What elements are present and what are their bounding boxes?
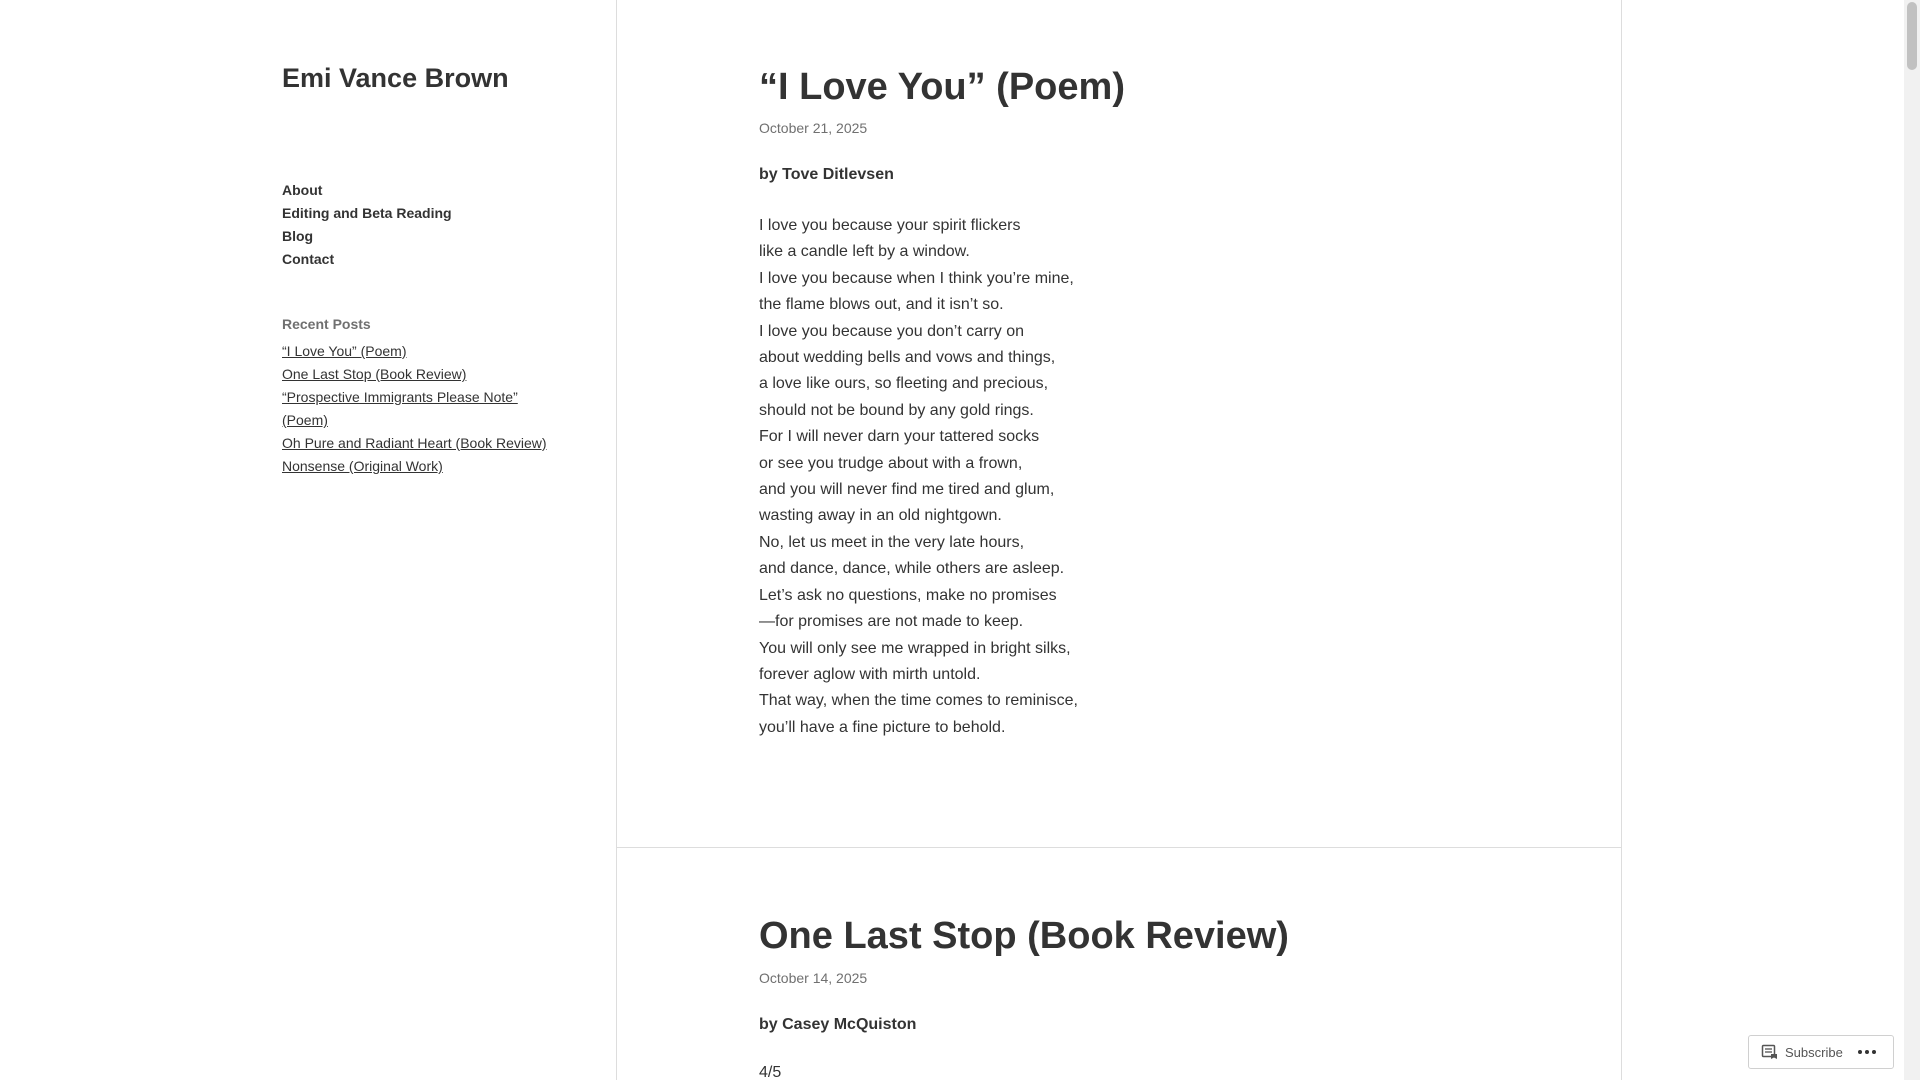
poem-line: or see you trudge about with a frown, [759, 454, 1023, 472]
poem-line: I love you because when I think you’re m… [759, 269, 1074, 287]
poem-line: the flame blows out, and it isn’t so. [759, 296, 1004, 314]
subscribe-widget: Subscribe [1748, 1035, 1894, 1069]
post-title[interactable]: “I Love You” (Poem) [759, 65, 1125, 109]
post-date[interactable]: October 21, 2025 [759, 119, 867, 137]
post-title[interactable]: One Last Stop (Book Review) [759, 914, 1289, 958]
post-byline: by Casey McQuiston [759, 1016, 917, 1033]
poem-line: That way, when the time comes to reminis… [759, 692, 1078, 710]
recent-posts-list: “I Love You” (Poem) One Last Stop (Book … [282, 340, 562, 478]
recent-post-link[interactable]: Oh Pure and Radiant Heart (Book Review) [282, 432, 562, 455]
poem-line: like a candle left by a window. [759, 243, 970, 261]
poem-line: I love you because your spirit flickers [759, 217, 1021, 234]
poem-line: wasting away in an old nightgown. [759, 507, 1002, 525]
post-article: “I Love You” (Poem) October 21, 2025 by … [617, 0, 1622, 848]
more-options-button[interactable] [1857, 1036, 1877, 1068]
poem-line: and you will never find me tired and glu… [759, 481, 1055, 499]
subscribe-button[interactable]: Subscribe [1749, 1036, 1843, 1068]
recent-post-link[interactable]: “Prospective Immigrants Please Note” (Po… [282, 386, 562, 432]
nav-item-blog[interactable]: Blog [282, 225, 452, 248]
poem-line: I love you because you don’t carry on [759, 322, 1025, 340]
post-byline: by Tove Ditlevsen [759, 166, 894, 183]
reader-icon [1761, 1044, 1777, 1059]
poem-line: about wedding bells and vows and things, [759, 349, 1056, 367]
poem-line: you’ll have a fine picture to behold. [759, 718, 1006, 736]
main-navigation: About Editing and Beta Reading Blog Cont… [282, 179, 452, 271]
main-content: “I Love You” (Poem) October 21, 2025 by … [617, 0, 1622, 1080]
poem-line: You will only see me wrapped in bright s… [759, 639, 1071, 657]
scrollbar-thumb[interactable] [1907, 2, 1917, 70]
page: Emi Vance Brown About Editing and Beta R… [0, 0, 1920, 1080]
recent-posts-heading: Recent Posts [282, 316, 371, 332]
post-date[interactable]: October 14, 2025 [759, 969, 867, 987]
poem-line: forever aglow with mirth untold. [759, 665, 981, 683]
nav-item-contact[interactable]: Contact [282, 248, 452, 271]
post-rating: 4/5 [759, 1064, 782, 1080]
sidebar: Emi Vance Brown About Editing and Beta R… [0, 0, 617, 1080]
site-title[interactable]: Emi Vance Brown [282, 62, 509, 94]
poem-line: and dance, dance, while others are aslee… [759, 560, 1065, 578]
poem-line: —for promises are not made to keep. [759, 613, 1024, 631]
nav-item-editing-and-beta-reading[interactable]: Editing and Beta Reading [282, 202, 452, 225]
ellipsis-icon [1857, 1050, 1876, 1054]
poem-body: I love you because your spirit flickers l… [759, 213, 1078, 741]
poem-line: No, let us meet in the very late hours, [759, 533, 1025, 551]
subscribe-label: Subscribe [1785, 1044, 1843, 1060]
page-scrollbar[interactable] [1904, 0, 1920, 1080]
poem-line: For I will never darn your tattered sock… [759, 428, 1040, 446]
recent-post-link[interactable]: “I Love You” (Poem) [282, 340, 562, 363]
nav-item-about[interactable]: About [282, 179, 452, 202]
poem-line: should not be bound by any gold rings. [759, 401, 1034, 419]
recent-post-link[interactable]: One Last Stop (Book Review) [282, 363, 562, 386]
poem-line: Let’s ask no questions, make no promises [759, 586, 1057, 604]
recent-post-link[interactable]: Nonsense (Original Work) [282, 455, 562, 478]
poem-line: a love like ours, so fleeting and precio… [759, 375, 1049, 393]
